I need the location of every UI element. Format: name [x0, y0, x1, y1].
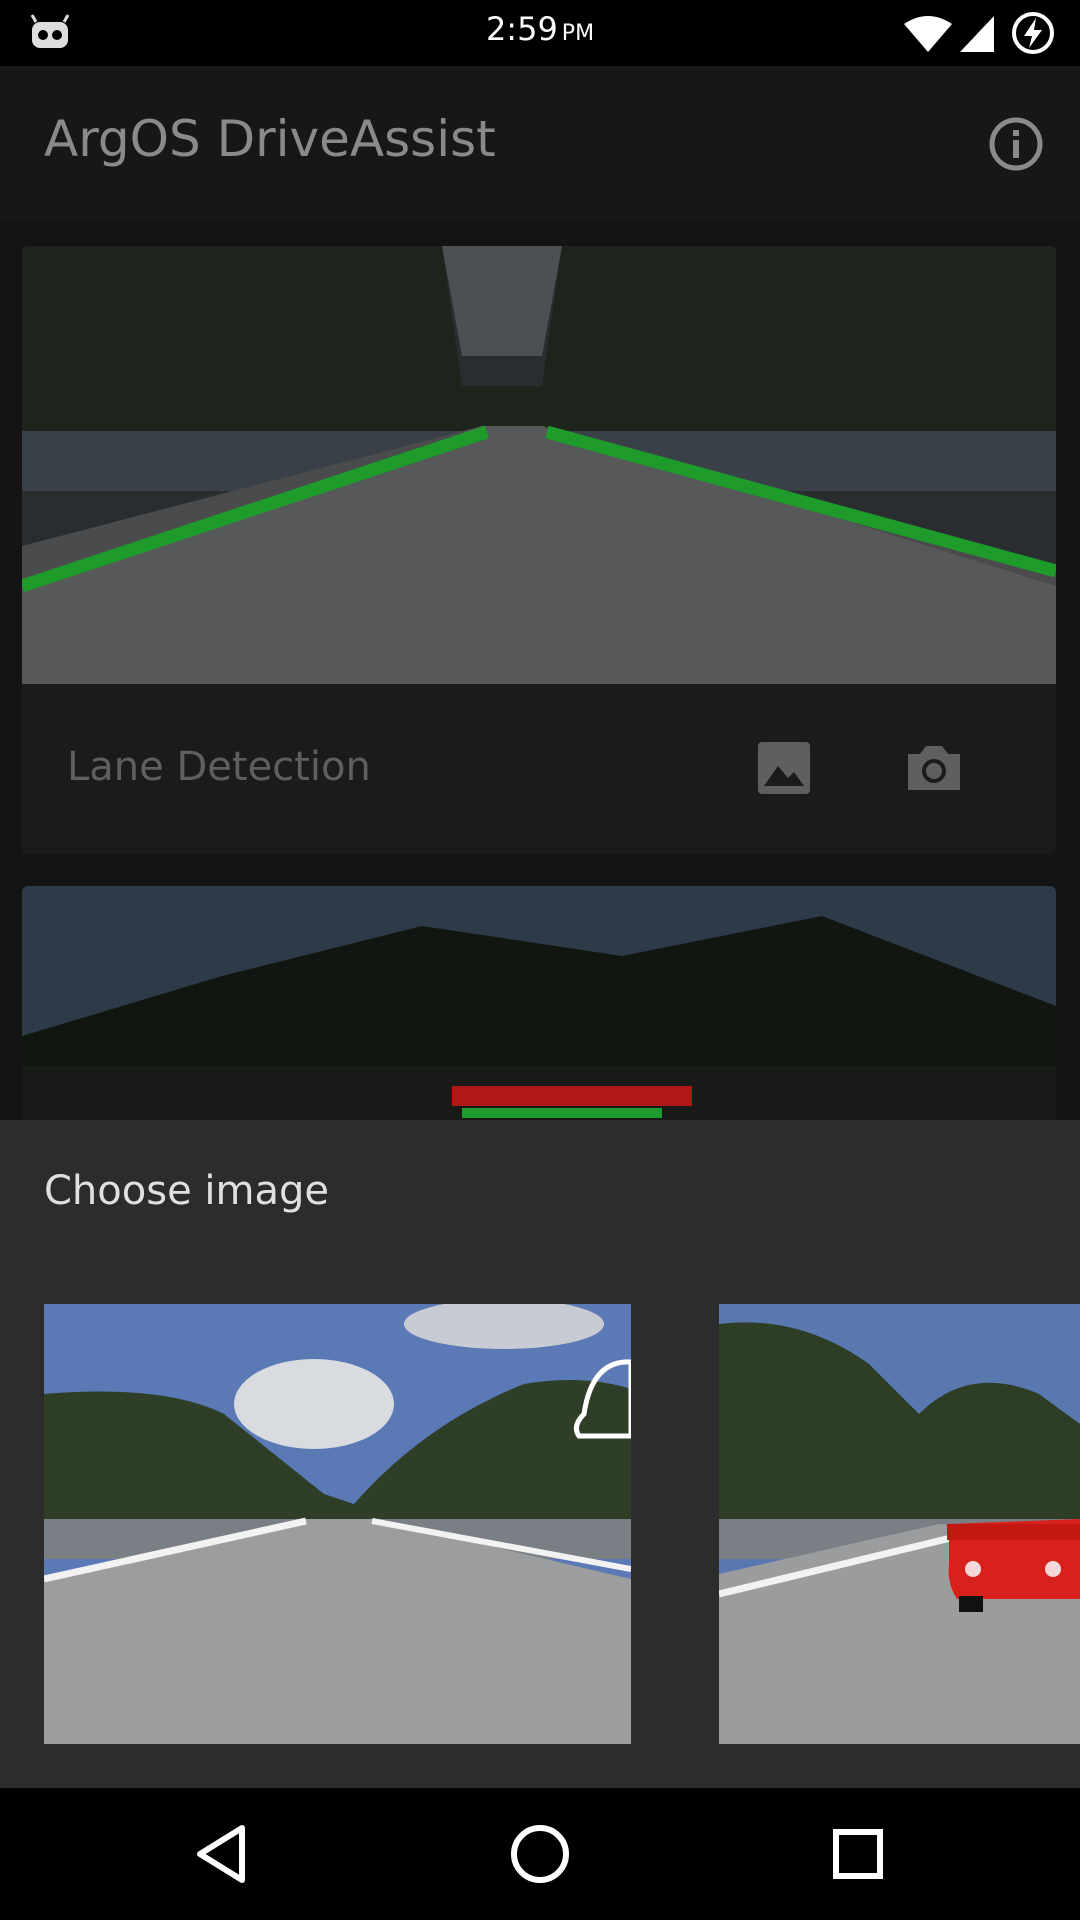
lane-detection-card[interactable]: Lane Detection [22, 246, 1056, 854]
lane-detection-preview[interactable] [22, 246, 1056, 684]
navigation-bar [0, 1788, 1080, 1920]
info-icon[interactable] [988, 116, 1044, 172]
road-image [44, 1304, 631, 1744]
home-icon[interactable] [504, 1818, 576, 1890]
choose-image-sheet: Choose image [0, 1120, 1080, 1788]
sheet-title: Choose image [44, 1168, 329, 1214]
app-title: ArgOS DriveAssist [44, 110, 496, 168]
status-bar: 2:59 PM [0, 0, 1080, 66]
cell-signal-icon [960, 16, 994, 52]
time-ampm: PM [561, 21, 595, 46]
feature-list: Lane Detection [0, 222, 1080, 1186]
card-footer: Lane Detection [22, 684, 1056, 854]
card-title: Lane Detection [67, 744, 371, 790]
image-option-road[interactable] [44, 1304, 631, 1744]
camera-icon[interactable] [902, 736, 966, 800]
image-option-car[interactable] [719, 1304, 1080, 1744]
time-text: 2:59 [485, 10, 558, 48]
battery-charging-icon [1012, 12, 1054, 54]
recents-icon[interactable] [822, 1818, 894, 1890]
car-image [719, 1304, 1080, 1744]
back-icon[interactable] [186, 1818, 258, 1890]
gallery-icon[interactable] [752, 736, 816, 800]
app-bar: ArgOS DriveAssist [0, 66, 1080, 222]
wifi-icon [904, 16, 952, 52]
